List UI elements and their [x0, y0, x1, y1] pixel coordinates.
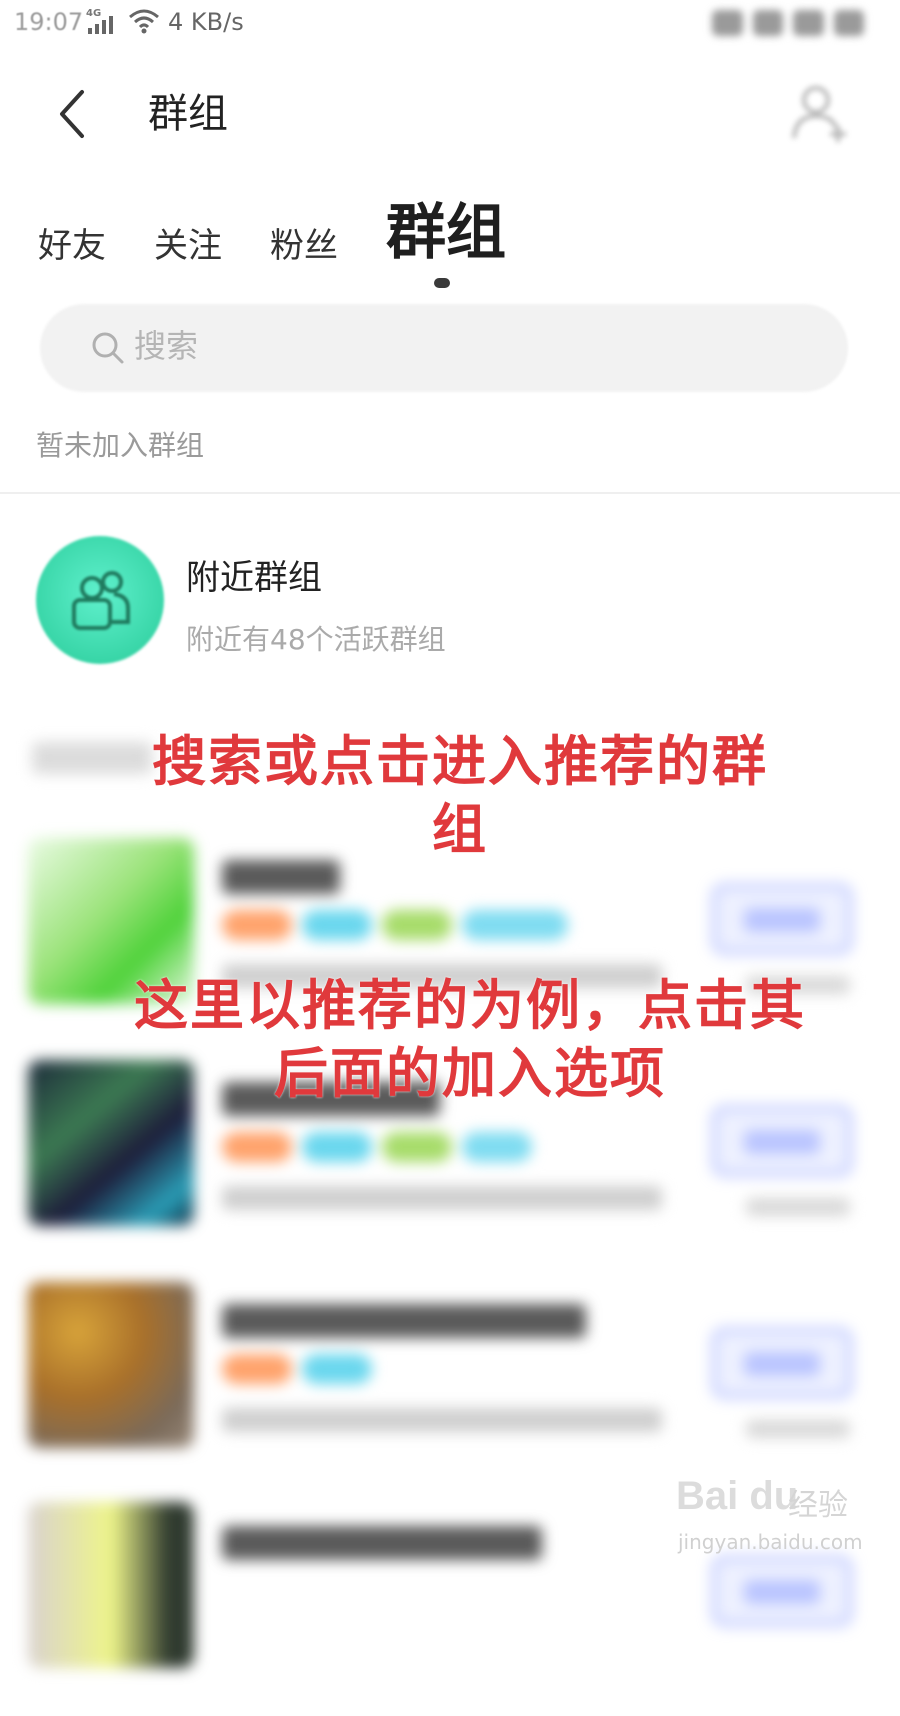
join-button[interactable]: [712, 884, 852, 954]
tab-friends[interactable]: 好友: [38, 222, 106, 270]
wifi-icon: [128, 8, 160, 38]
page-title: 群组: [148, 91, 228, 137]
group-thumbnail: [28, 1502, 194, 1668]
section-header: [32, 742, 152, 774]
network-speed: 4 KB/s: [168, 8, 244, 36]
tab-following[interactable]: 关注: [154, 222, 222, 270]
group-icon: [72, 571, 130, 630]
join-button[interactable]: [712, 1328, 852, 1398]
group-name: [222, 1304, 586, 1338]
group-meta: [746, 1420, 850, 1438]
group-name: [222, 860, 340, 894]
status-icons: [712, 10, 864, 36]
watermark-brand: 经验: [788, 1488, 848, 1523]
divider: [0, 492, 900, 494]
search-icon: [88, 328, 128, 368]
join-button[interactable]: [712, 1106, 852, 1176]
baidu-jingyan-watermark: Bai du 经验 jingyan.baidu.com: [676, 1474, 876, 1564]
group-meta: [746, 1198, 850, 1216]
list-item[interactable]: [0, 1274, 900, 1494]
search-input[interactable]: [132, 320, 736, 372]
back-button[interactable]: [44, 86, 100, 142]
group-tags: [222, 910, 568, 940]
group-thumbnail: [28, 1282, 194, 1448]
group-desc: [222, 1408, 662, 1432]
group-tags: [222, 1354, 372, 1384]
add-user-icon[interactable]: [786, 80, 852, 146]
tab-groups[interactable]: 群组: [386, 196, 506, 270]
annotation-search-or-recommend: 搜索或点击进入推荐的群组: [152, 730, 768, 861]
nearby-groups-subtitle: 附近有48个活跃群组: [186, 623, 446, 656]
signal-icon: [88, 14, 113, 34]
watermark-url: jingyan.baidu.com: [678, 1530, 863, 1554]
chevron-left-icon: [60, 90, 84, 138]
status-time: 19:07: [14, 8, 84, 36]
watermark-logo: Bai du: [676, 1474, 799, 1518]
active-tab-indicator: [434, 278, 450, 288]
nearby-groups-title: 附近群组: [186, 558, 322, 598]
tab-fans[interactable]: 粉丝: [270, 222, 338, 270]
group-avatar: [36, 536, 164, 664]
annotation-join-instruction: 这里以推荐的为例，点击其后面的加入选项: [134, 974, 806, 1105]
group-tags: [222, 1132, 532, 1162]
status-bar: 19:07 4G 4 KB/s: [0, 0, 900, 44]
group-desc: [222, 1186, 662, 1210]
join-button[interactable]: [712, 1556, 852, 1626]
group-name: [222, 1526, 542, 1560]
empty-groups-hint: 暂未加入群组: [36, 429, 205, 462]
